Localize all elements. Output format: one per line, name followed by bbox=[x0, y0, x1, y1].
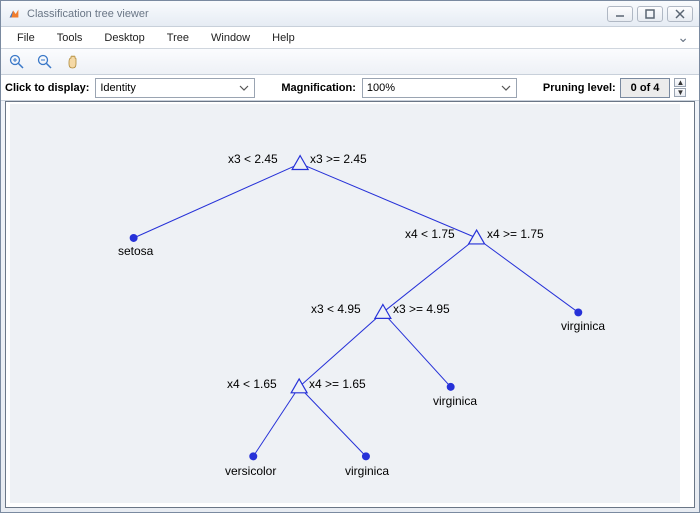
split-left-n2: x3 < 4.95 bbox=[311, 302, 361, 316]
split-left-n1: x4 < 1.75 bbox=[405, 227, 455, 241]
split-right-n3: x4 >= 1.65 bbox=[309, 377, 366, 391]
menu-more-icon[interactable]: ⌄ bbox=[675, 29, 693, 46]
leaf-label-l4: virginica bbox=[345, 464, 389, 478]
app-window: Classification tree viewer File Tools De… bbox=[0, 0, 700, 513]
close-button[interactable] bbox=[667, 6, 693, 22]
menu-file[interactable]: File bbox=[7, 30, 45, 46]
pan-button[interactable] bbox=[63, 52, 83, 72]
split-left-n3: x4 < 1.65 bbox=[227, 377, 277, 391]
magnification-label: Magnification: bbox=[281, 82, 356, 94]
menu-tree[interactable]: Tree bbox=[157, 30, 199, 46]
pruning-spinner: ▲ ▼ bbox=[674, 78, 686, 97]
leaf-label-l3: versicolor bbox=[225, 464, 276, 478]
leaf-label-l1: virginica bbox=[561, 319, 605, 333]
menu-desktop[interactable]: Desktop bbox=[94, 30, 154, 46]
chevron-down-icon bbox=[237, 81, 251, 95]
menu-window[interactable]: Window bbox=[201, 30, 260, 46]
menubar: File Tools Desktop Tree Window Help ⌄ bbox=[1, 27, 699, 49]
magnification-select[interactable]: 100% bbox=[362, 78, 517, 98]
split-left-n0: x3 < 2.45 bbox=[228, 152, 278, 166]
display-select-value: Identity bbox=[100, 82, 135, 94]
tree-canvas[interactable]: x3 < 2.45 x3 >= 2.45 x4 < 1.75 x4 >= 1.7… bbox=[10, 104, 680, 503]
matlab-icon bbox=[7, 7, 21, 21]
split-right-n2: x3 >= 4.95 bbox=[393, 302, 450, 316]
menu-tools[interactable]: Tools bbox=[47, 30, 93, 46]
titlebar: Classification tree viewer bbox=[1, 1, 699, 27]
chevron-down-icon bbox=[499, 81, 513, 95]
display-select[interactable]: Identity bbox=[95, 78, 255, 98]
controls-bar: Click to display: Identity Magnification… bbox=[1, 75, 699, 101]
maximize-button[interactable] bbox=[637, 6, 663, 22]
magnification-select-value: 100% bbox=[367, 82, 395, 94]
pruning-value-box: 0 of 4 bbox=[620, 78, 671, 98]
zoom-out-button[interactable] bbox=[35, 52, 55, 72]
canvas-frame: x3 < 2.45 x3 >= 2.45 x4 < 1.75 x4 >= 1.7… bbox=[5, 101, 695, 508]
menu-help[interactable]: Help bbox=[262, 30, 305, 46]
split-right-n1: x4 >= 1.75 bbox=[487, 227, 544, 241]
split-right-n0: x3 >= 2.45 bbox=[310, 152, 367, 166]
window-controls bbox=[607, 6, 693, 22]
tree-labels: x3 < 2.45 x3 >= 2.45 x4 < 1.75 x4 >= 1.7… bbox=[10, 104, 680, 503]
pruning-up-button[interactable]: ▲ bbox=[674, 78, 686, 87]
pruning-value: 0 of 4 bbox=[631, 82, 660, 94]
zoom-in-button[interactable] bbox=[7, 52, 27, 72]
leaf-label-l2: virginica bbox=[433, 394, 477, 408]
display-label: Click to display: bbox=[5, 82, 89, 94]
toolbar bbox=[1, 49, 699, 75]
leaf-label-l0: setosa bbox=[118, 244, 153, 258]
minimize-button[interactable] bbox=[607, 6, 633, 22]
window-title: Classification tree viewer bbox=[27, 8, 607, 20]
pruning-down-button[interactable]: ▼ bbox=[674, 88, 686, 97]
pruning-label: Pruning level: bbox=[543, 82, 616, 94]
